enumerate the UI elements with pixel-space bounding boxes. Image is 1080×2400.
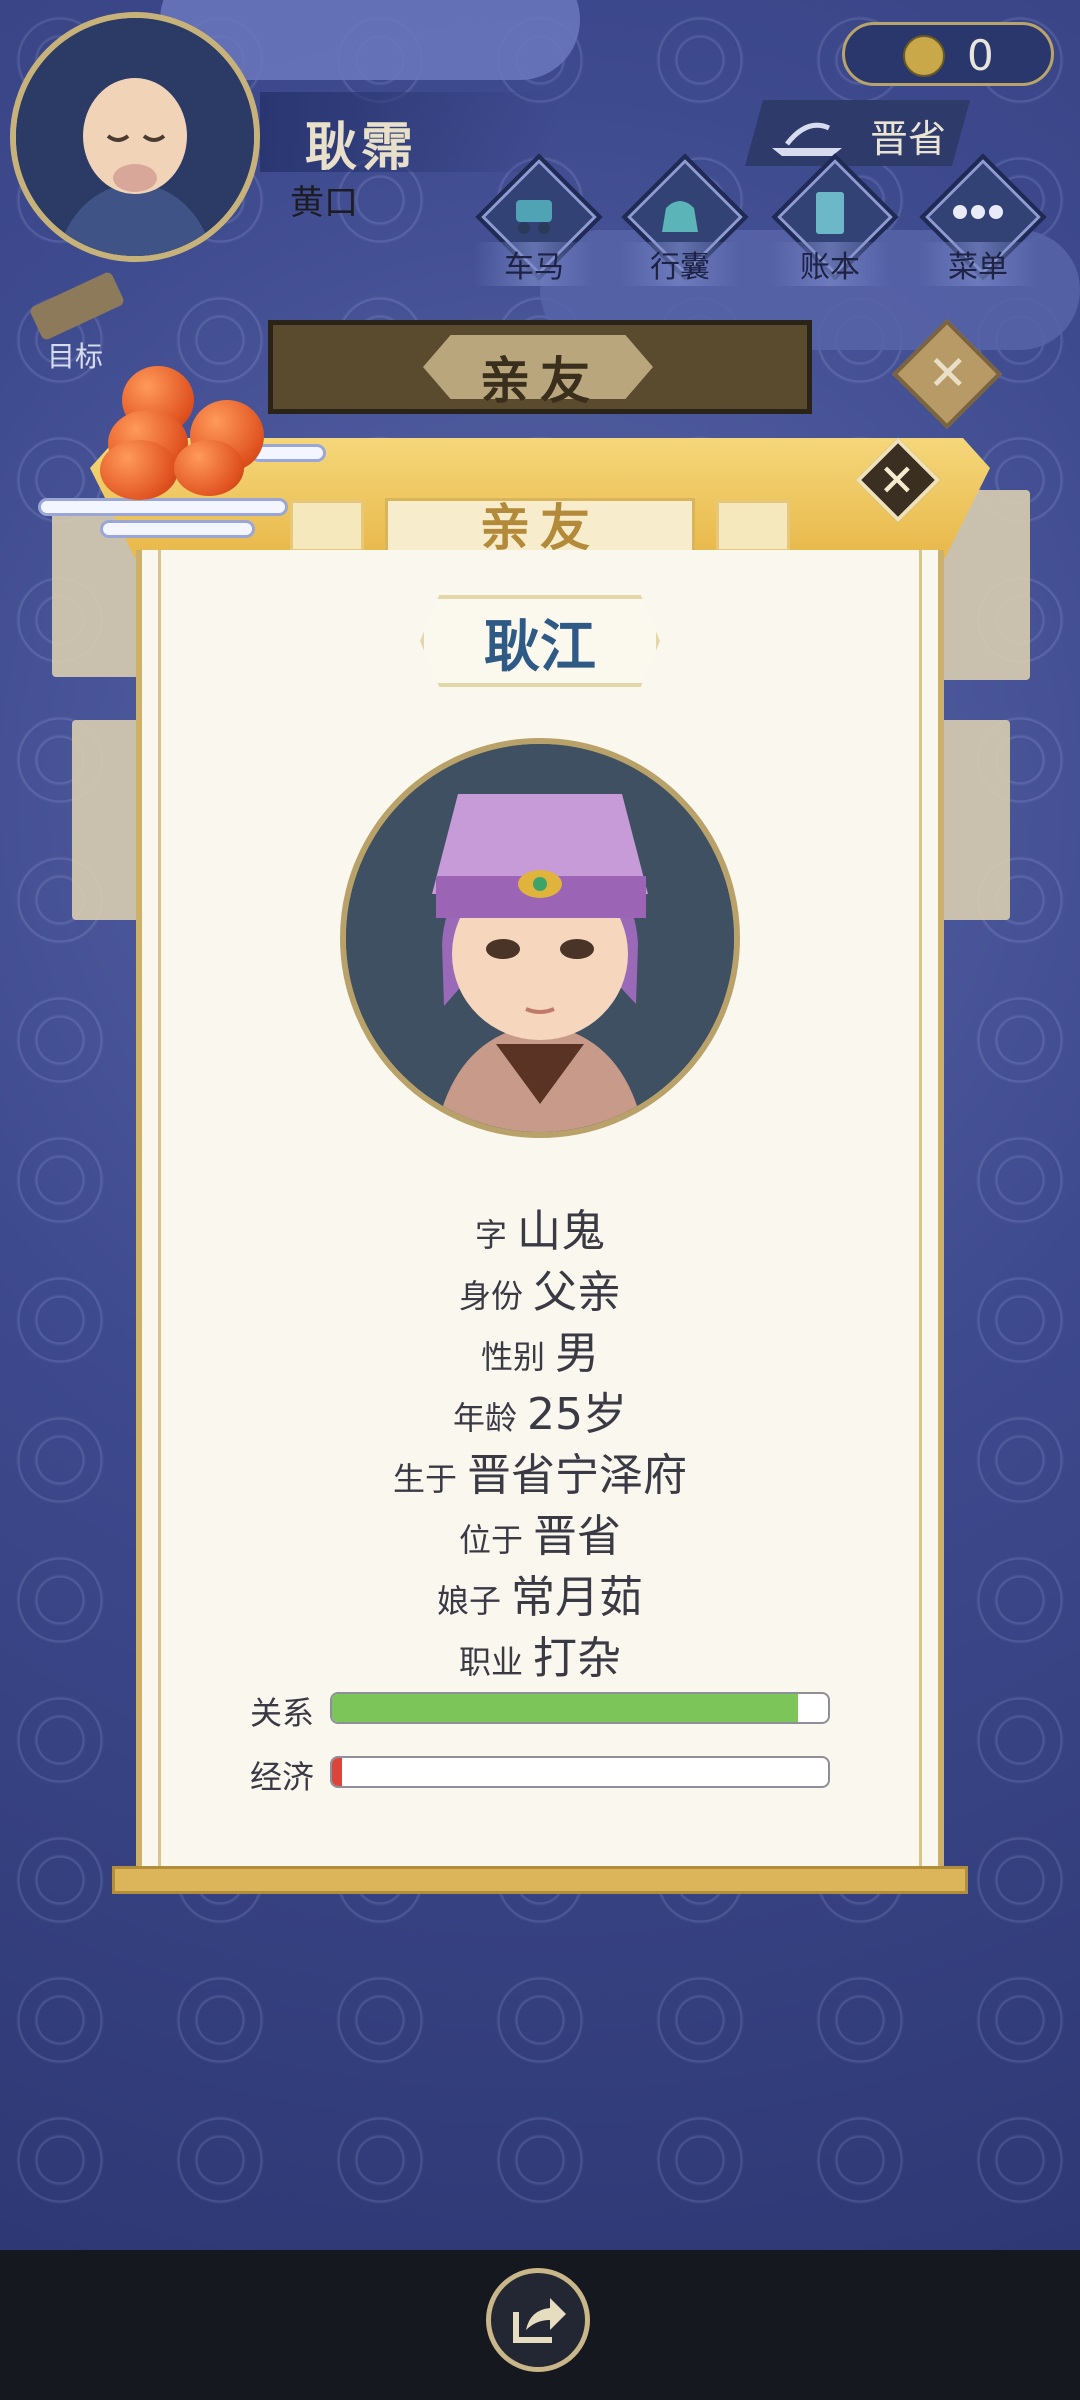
info-row-birthplace: 生于 晋省宁泽府 xyxy=(392,1450,687,1501)
relatives-banner: 亲友 xyxy=(268,320,812,414)
relationship-bar-fill xyxy=(332,1694,799,1722)
info-row-identity: 身份 父亲 xyxy=(458,1267,621,1318)
nav-label: 菜单 xyxy=(918,242,1038,286)
region-label: 晋省 xyxy=(870,117,947,161)
economy-bar xyxy=(330,1756,830,1788)
pavilion-icon xyxy=(772,122,842,156)
coin-value: 0 xyxy=(967,31,994,80)
player-title: 黄口 xyxy=(290,183,358,223)
nav-label: 车马 xyxy=(474,242,594,286)
candied-haw-icon xyxy=(174,440,244,496)
info-row-gender: 性别男 xyxy=(480,1328,599,1379)
player-avatar[interactable] xyxy=(10,12,260,262)
relatives-banner-title: 亲友 xyxy=(480,352,600,410)
more-icon xyxy=(953,205,1003,219)
cloud-decoration xyxy=(100,520,255,538)
nav-label: 行囊 xyxy=(620,242,740,286)
info-row-spouse: 娘子 常月茹 xyxy=(436,1572,643,1623)
candied-haw-icon xyxy=(100,440,178,500)
player-name: 耿霈 xyxy=(305,118,418,178)
info-row-occupation: 职业 打杂 xyxy=(458,1633,621,1684)
nav-ledger[interactable]: 账本 xyxy=(770,153,899,286)
share-icon xyxy=(513,2298,566,2343)
info-row-age: 年龄 25岁 xyxy=(452,1389,627,1440)
bag-icon xyxy=(662,201,698,232)
relative-portrait xyxy=(340,738,740,1138)
relationship-bar xyxy=(330,1692,830,1724)
coin-icon xyxy=(903,35,945,77)
cloud-decoration xyxy=(38,498,288,516)
relationship-label: 关系 xyxy=(250,1694,315,1732)
goal-label: 目标 xyxy=(46,340,103,373)
share-button[interactable] xyxy=(486,2268,590,2372)
nav-bag[interactable]: 行囊 xyxy=(620,153,749,286)
ledger-icon xyxy=(816,192,844,234)
relative-name: 耿江 xyxy=(484,615,596,680)
carriage-icon xyxy=(516,200,552,234)
nav-label: 账本 xyxy=(770,242,890,286)
scroll-icon xyxy=(28,270,126,342)
nav-carriage[interactable]: 车马 xyxy=(474,153,603,286)
close-icon: ✕ xyxy=(878,455,916,507)
dialog-bottom-rod xyxy=(112,1866,968,1894)
close-icon: ✕ xyxy=(927,345,968,402)
coin-counter[interactable]: 0 xyxy=(842,22,1054,86)
economy-label: 经济 xyxy=(250,1758,315,1796)
economy-bar-fill xyxy=(332,1758,342,1786)
info-row-courtesy-name: 字山鬼 xyxy=(474,1206,605,1257)
goal-button[interactable]: 目标 xyxy=(20,270,130,373)
nav-menu[interactable]: 菜单 xyxy=(918,153,1047,286)
dialog-title-plate: 亲友 xyxy=(385,498,695,556)
dialog-title: 亲友 xyxy=(480,499,600,557)
info-row-location: 位于 晋省 xyxy=(458,1511,621,1562)
